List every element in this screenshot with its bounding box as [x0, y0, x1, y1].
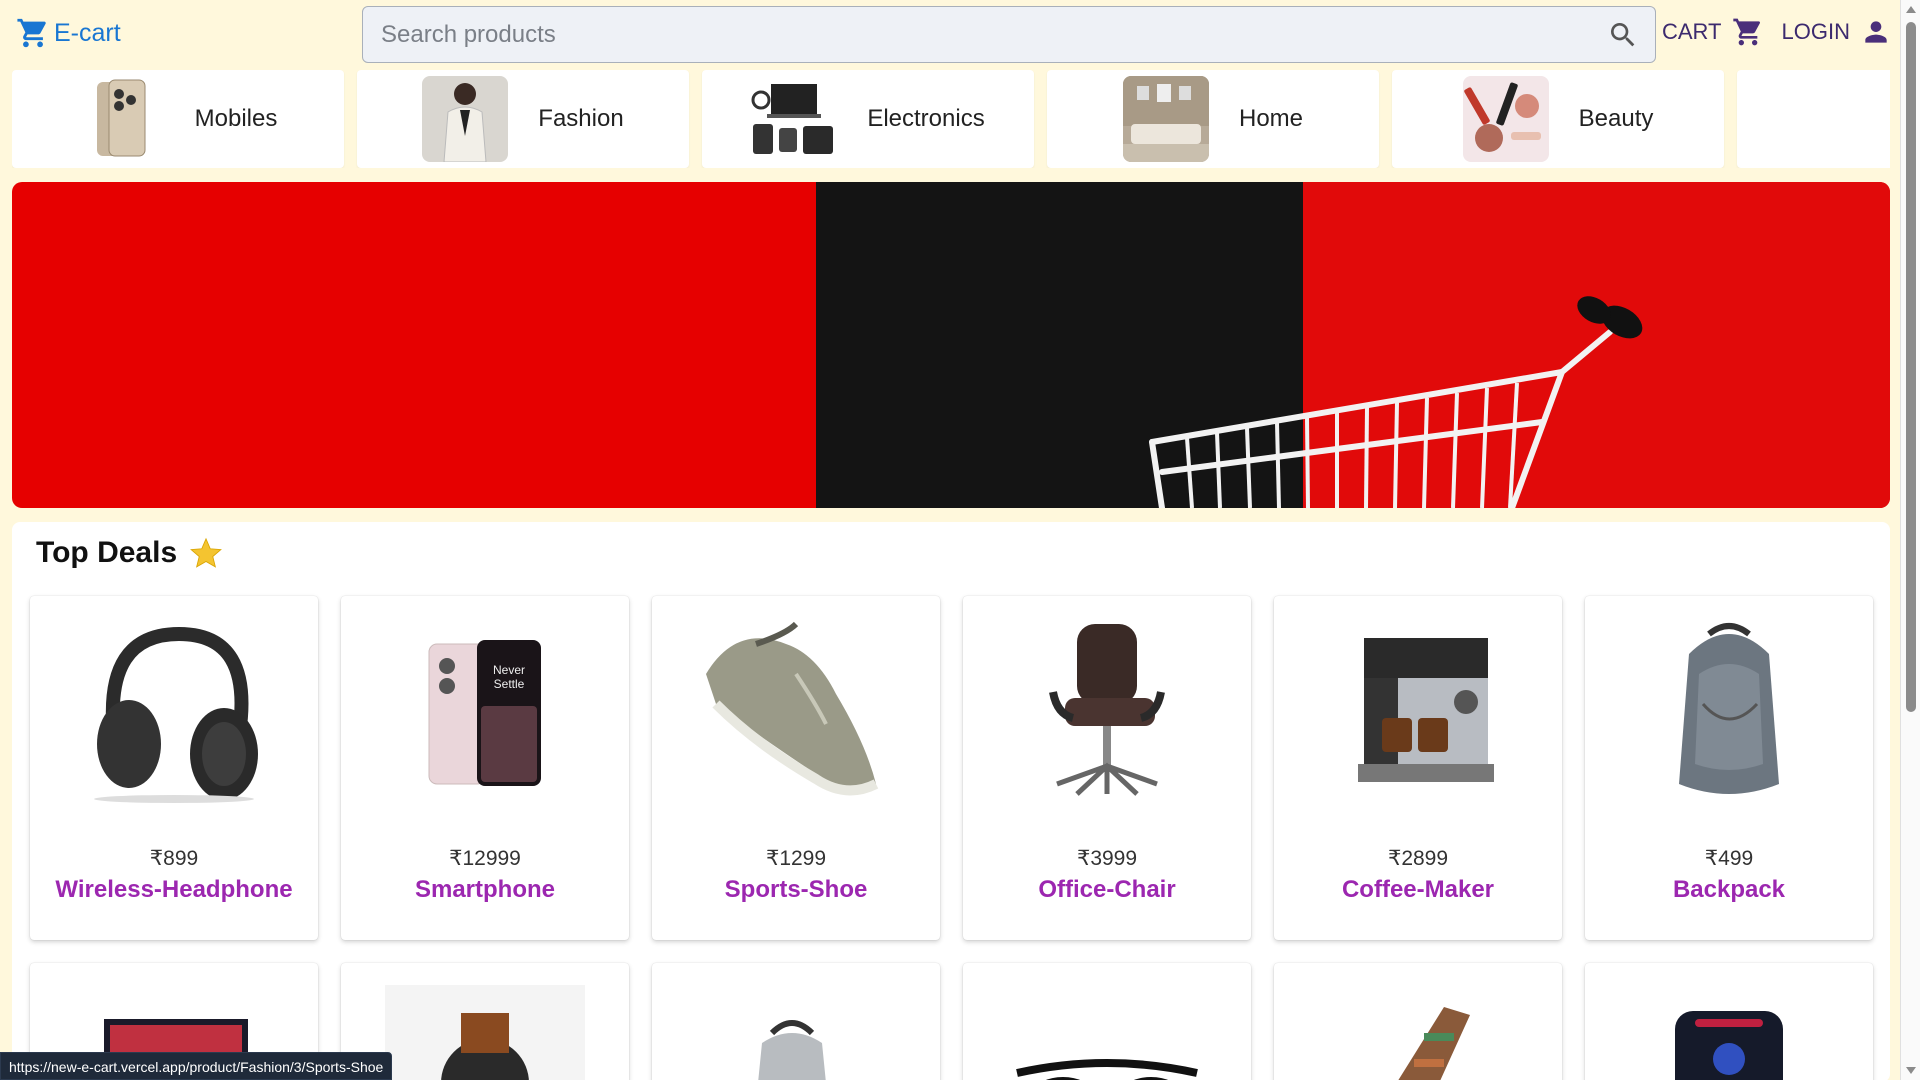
search-input[interactable]	[381, 7, 1561, 62]
product-name[interactable]: Coffee-Maker	[1274, 876, 1562, 904]
link-status-bar: https://new-e-cart.vercel.app/product/Fa…	[0, 1052, 393, 1080]
product-card-smartphone[interactable]: Never Settle ₹12999 Smartphone	[341, 596, 629, 940]
brand-name: E-cart	[54, 18, 121, 47]
svg-text:Never: Never	[493, 663, 525, 677]
mobiles-thumbnail	[79, 76, 165, 162]
category-label: Home	[1238, 105, 1304, 132]
product-card[interactable]	[1274, 963, 1562, 1080]
product-name[interactable]: Office-Chair	[963, 876, 1251, 904]
product-card-wireless-headphone[interactable]: ₹899 Wireless-Headphone	[30, 596, 318, 940]
header-actions: CART LOGIN	[1662, 16, 1910, 48]
scrollbar-thumb[interactable]	[1906, 22, 1916, 712]
category-label: Electronics	[867, 105, 985, 132]
product-name[interactable]: Smartphone	[341, 876, 629, 904]
electronics-thumbnail	[751, 76, 837, 162]
svg-text:Settle: Settle	[494, 677, 525, 691]
fashion-thumbnail	[422, 76, 509, 162]
product-price: ₹3999	[1076, 847, 1138, 870]
shopping-cart-banner-image	[1149, 296, 1643, 508]
product-card-sports-shoe[interactable]: ₹1299 Sports-Shoe	[652, 596, 940, 940]
search-icon	[1611, 23, 1635, 47]
header: E-cart CART LOGIN	[0, 0, 1900, 68]
search-bar	[362, 6, 1656, 63]
product-image	[1049, 624, 1165, 796]
login-button[interactable]: LOGIN	[1782, 16, 1892, 48]
star-icon	[190, 537, 223, 568]
category-grocery[interactable]	[1737, 70, 1890, 168]
product-image	[1358, 638, 1494, 782]
category-mobiles[interactable]: Mobiles	[12, 70, 344, 168]
product-image	[94, 626, 258, 803]
product-card[interactable]	[1585, 963, 1873, 1080]
person-icon	[1865, 21, 1887, 43]
product-card[interactable]	[963, 963, 1251, 1080]
cart-icon	[1732, 18, 1760, 46]
home-thumbnail	[1122, 76, 1209, 162]
product-card-coffee-maker[interactable]: ₹2899 Coffee-Maker	[1274, 596, 1562, 940]
product-price: ₹12999	[449, 847, 521, 870]
search-button[interactable]	[1607, 19, 1639, 51]
top-deals-header: Top Deals	[36, 536, 223, 570]
category-beauty[interactable]: Beauty	[1392, 70, 1724, 168]
category-label: Beauty	[1578, 105, 1654, 132]
cart-label: CART	[1662, 19, 1722, 44]
product-card[interactable]	[652, 963, 940, 1080]
category-electronics[interactable]: Electronics	[702, 70, 1034, 168]
page-scrollbar[interactable]	[1900, 0, 1920, 1080]
product-image	[1016, 1059, 1198, 1080]
product-image: Never Settle	[428, 640, 541, 786]
scroll-up-icon[interactable]	[1906, 6, 1916, 13]
category-strip: Mobiles Fashion Electronics Home Beauty	[12, 70, 1890, 168]
product-name[interactable]: Backpack	[1585, 876, 1873, 904]
category-label: Mobiles	[194, 105, 278, 132]
product-image	[706, 621, 879, 796]
category-home[interactable]: Home	[1047, 70, 1379, 168]
cart-button[interactable]: CART	[1662, 16, 1764, 48]
brand-logo-link[interactable]: E-cart	[16, 16, 121, 50]
scroll-down-icon[interactable]	[1906, 1067, 1916, 1074]
hero-banner[interactable]	[12, 182, 1890, 508]
product-price: ₹899	[149, 847, 199, 870]
product-card-office-chair[interactable]: ₹3999 Office-Chair	[963, 596, 1251, 940]
product-price: ₹499	[1704, 847, 1754, 870]
category-label: Fashion	[538, 105, 624, 132]
product-image	[758, 1020, 826, 1080]
top-deals-section: Top Deals ₹899 Wireless-Headphone Never	[12, 522, 1890, 1080]
product-price: ₹1299	[765, 847, 827, 870]
shopping-cart-icon	[17, 18, 46, 48]
product-grid: ₹899 Wireless-Headphone Never Settle ₹12…	[30, 596, 1874, 940]
login-label: LOGIN	[1781, 19, 1850, 44]
section-title: Top Deals	[36, 536, 178, 569]
product-price: ₹2899	[1387, 847, 1449, 870]
category-fashion[interactable]: Fashion	[357, 70, 689, 168]
product-name[interactable]: Wireless-Headphone	[30, 876, 318, 904]
product-image	[1398, 1007, 1470, 1080]
product-card-backpack[interactable]: ₹499 Backpack	[1585, 596, 1873, 940]
product-name[interactable]: Sports-Shoe	[652, 876, 940, 904]
product-image	[1679, 623, 1779, 794]
beauty-thumbnail	[1462, 76, 1549, 162]
product-image	[1675, 1011, 1783, 1080]
